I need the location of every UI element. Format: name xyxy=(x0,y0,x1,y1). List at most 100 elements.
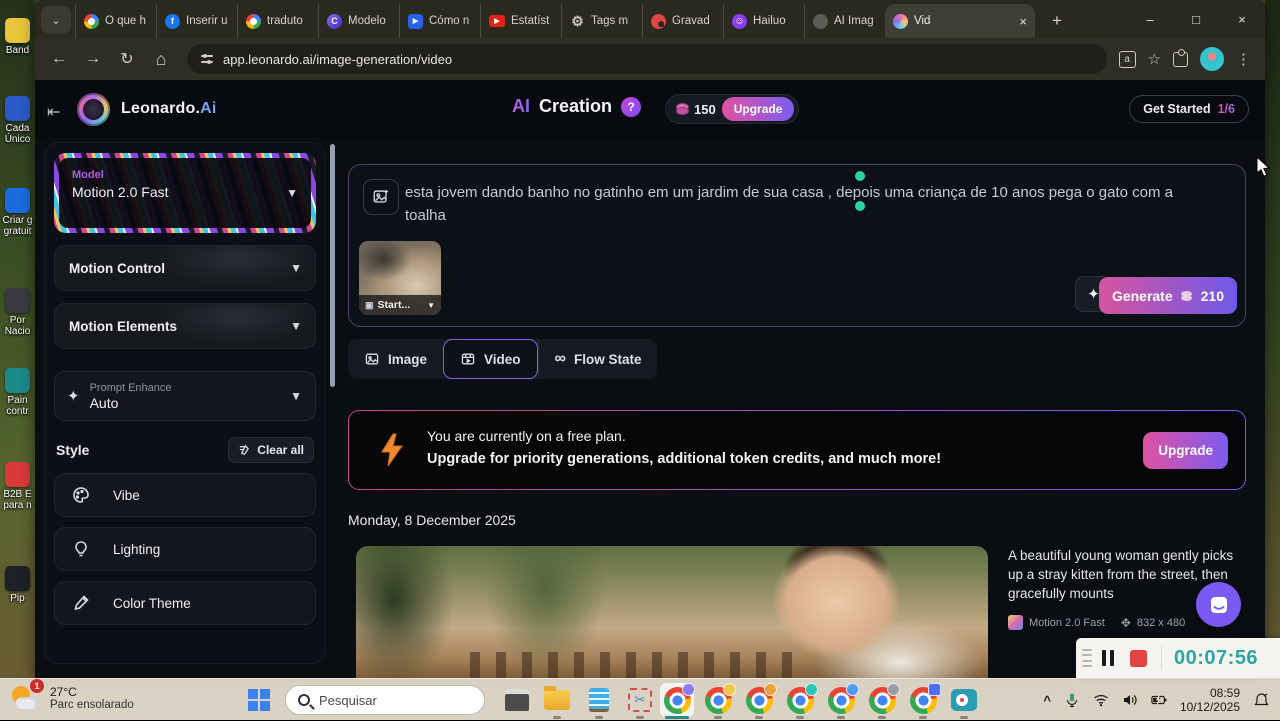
palette-icon xyxy=(71,485,91,505)
tab-search-chevron-icon[interactable]: ⌄ xyxy=(41,6,71,34)
recorder-favicon-icon xyxy=(651,14,666,29)
prompt-input-box[interactable]: esta jovem dando banho no gatinho em um … xyxy=(348,164,1246,327)
leonardo-logo[interactable] xyxy=(77,93,110,126)
browser-tab[interactable]: O que h xyxy=(75,4,156,38)
browser-tab-active[interactable]: Vid × xyxy=(885,4,1035,38)
text-selection-handle[interactable] xyxy=(855,171,865,181)
browser-tab[interactable]: traduto xyxy=(237,4,318,38)
banner-upgrade-button[interactable]: Upgrade xyxy=(1143,432,1228,469)
style-item-color-theme[interactable]: Color Theme xyxy=(54,581,316,625)
browser-tab[interactable]: C Modelo xyxy=(318,4,399,38)
image-icon xyxy=(364,351,380,367)
tab-label: O que h xyxy=(105,15,146,27)
app-c-favicon-icon: C xyxy=(327,14,342,29)
brand-name[interactable]: Leonardo.Ai xyxy=(121,100,217,118)
taskbar-app-window[interactable] xyxy=(503,686,531,714)
close-window-button[interactable]: × xyxy=(1219,0,1265,38)
browser-tab[interactable]: ▶ Estatíst xyxy=(480,4,561,38)
desktop-icon[interactable]: Pain contr xyxy=(0,368,35,417)
browser-tab[interactable]: ⚙ Tags m xyxy=(561,4,642,38)
browser-tab[interactable]: f Inserir u xyxy=(156,4,237,38)
taskbar-notepad[interactable] xyxy=(585,686,613,714)
pause-recording-button[interactable] xyxy=(1102,650,1114,666)
bookmark-star-icon[interactable]: ☆ xyxy=(1148,50,1161,68)
style-item-label: Color Theme xyxy=(113,596,191,611)
maximize-button[interactable]: □ xyxy=(1173,0,1219,38)
taskbar-snipping-tool[interactable]: ✂ xyxy=(626,686,654,714)
home-icon[interactable]: ⌂ xyxy=(147,45,175,73)
style-item-vibe[interactable]: Vibe xyxy=(54,473,316,517)
prompt-enhance-selector[interactable]: ✦ Prompt Enhance Auto ▼ xyxy=(54,371,316,421)
chat-bubble-button[interactable] xyxy=(1196,582,1241,627)
taskbar-file-explorer[interactable] xyxy=(543,686,571,714)
running-indicator-active xyxy=(665,716,689,719)
taskbar-chrome-2[interactable] xyxy=(704,686,732,714)
tab-close-icon[interactable]: × xyxy=(1019,14,1027,29)
clear-all-button[interactable]: Clear all xyxy=(228,437,314,463)
taskbar-clock[interactable]: 08:59 10/12/2025 xyxy=(1180,686,1240,714)
chrome-icon xyxy=(910,687,937,714)
tab-flow-state[interactable]: ∞ Flow State xyxy=(538,339,658,379)
wifi-icon[interactable] xyxy=(1093,692,1109,708)
chrome-badge-icon xyxy=(805,683,818,696)
tray-chevron-icon[interactable]: ^ xyxy=(1043,693,1051,708)
taskbar-screen-recorder[interactable] xyxy=(950,686,978,714)
back-icon[interactable]: ← xyxy=(45,45,73,73)
text-selection-handle[interactable] xyxy=(855,201,865,211)
generated-video-thumbnail[interactable] xyxy=(356,546,988,678)
browser-tab[interactable]: Gravad xyxy=(642,4,723,38)
desktop-icon[interactable]: Band xyxy=(0,18,35,56)
chrome-badge-icon xyxy=(928,683,941,696)
style-item-lighting[interactable]: Lighting xyxy=(54,527,316,571)
running-indicator xyxy=(755,716,763,719)
url-bar[interactable]: app.leonardo.ai/image-generation/video xyxy=(187,44,1107,74)
desktop-icon[interactable]: Por Nacio xyxy=(0,288,35,337)
start-frame-selector[interactable]: ▣ Start... ▼ xyxy=(359,295,441,315)
stop-recording-button[interactable] xyxy=(1130,650,1147,667)
model-selector[interactable]: Model Motion 2.0 Fast ▼ xyxy=(54,153,316,233)
prompt-text[interactable]: esta jovem dando banho no gatinho em um … xyxy=(405,181,1181,227)
minimize-button[interactable]: – xyxy=(1127,0,1173,38)
desktop-icon[interactable]: Cada Único xyxy=(0,96,35,145)
profile-avatar[interactable] xyxy=(1200,47,1224,71)
taskbar-chrome-4[interactable] xyxy=(786,686,814,714)
tab-image[interactable]: Image xyxy=(348,339,443,379)
drag-handle-icon[interactable] xyxy=(1080,646,1094,670)
extensions-icon[interactable] xyxy=(1173,52,1188,67)
chrome-icon xyxy=(705,687,732,714)
battery-icon[interactable] xyxy=(1151,692,1167,708)
desktop-icon[interactable]: Criar g gratuit xyxy=(0,188,35,237)
browser-tab[interactable]: ▶ Cómo n xyxy=(399,4,480,38)
tab-video[interactable]: Video xyxy=(443,339,538,379)
browser-tab[interactable]: ☺ Hailuo xyxy=(723,4,804,38)
taskbar-chrome-1[interactable] xyxy=(663,686,691,714)
generate-button[interactable]: Generate 210 xyxy=(1099,277,1237,314)
url-text[interactable]: app.leonardo.ai/image-generation/video xyxy=(223,52,452,67)
desktop-icon[interactable]: Pip xyxy=(0,566,35,604)
browser-menu-icon[interactable]: ⋮ xyxy=(1236,50,1251,68)
collapse-sidebar-icon[interactable]: ⇤ xyxy=(47,102,60,122)
taskbar-search[interactable]: Pesquisar xyxy=(285,685,485,715)
site-settings-icon[interactable] xyxy=(200,52,214,66)
weather-widget[interactable]: 1 27°C Parc ensolarado xyxy=(10,683,134,715)
new-tab-button[interactable]: + xyxy=(1043,7,1071,35)
reload-icon[interactable]: ↻ xyxy=(113,45,141,73)
add-image-icon[interactable] xyxy=(363,179,399,215)
microphone-icon[interactable] xyxy=(1064,692,1080,708)
start-frame-thumbnail[interactable]: ▣ Start... ▼ xyxy=(359,241,441,315)
forward-icon[interactable]: → xyxy=(79,45,107,73)
tab-label: Tags m xyxy=(591,15,628,27)
start-button[interactable] xyxy=(245,686,273,714)
taskbar-chrome-5[interactable] xyxy=(827,686,855,714)
browser-tab[interactable]: AI Imag xyxy=(804,4,885,38)
notifications-bell-icon[interactable] xyxy=(1253,692,1270,709)
taskbar-chrome-6[interactable] xyxy=(868,686,896,714)
taskbar-chrome-3[interactable] xyxy=(745,686,773,714)
volume-icon[interactable] xyxy=(1122,692,1138,708)
translate-icon[interactable]: a xyxy=(1119,51,1136,68)
sidebar-scrollbar[interactable] xyxy=(330,144,335,387)
motion-control-section[interactable]: Motion Control ▼ xyxy=(54,245,316,291)
taskbar-chrome-7[interactable] xyxy=(909,686,937,714)
desktop-icon[interactable]: B2B E para n xyxy=(0,462,35,511)
motion-elements-section[interactable]: Motion Elements ▼ xyxy=(54,303,316,349)
